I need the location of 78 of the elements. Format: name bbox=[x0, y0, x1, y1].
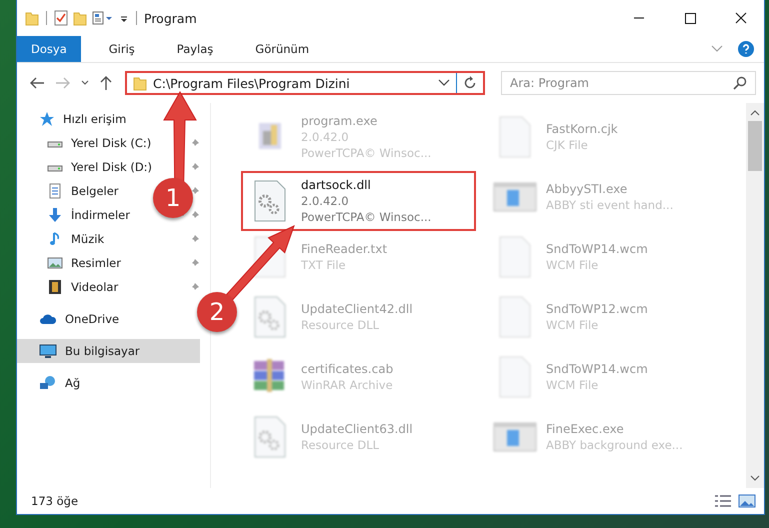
ribbon-tab[interactable]: Giriş bbox=[94, 36, 149, 62]
ribbon-tab[interactable]: Görünüm bbox=[241, 36, 324, 62]
drive-icon bbox=[47, 165, 63, 172]
file-name: UpdateClient63.dll bbox=[301, 421, 413, 437]
sidebar-item[interactable]: Hızlı erişim bbox=[17, 107, 130, 131]
gear-file-icon bbox=[253, 416, 287, 458]
sidebar-item[interactable]: Bu bilgisayar bbox=[17, 339, 200, 363]
sidebar-item[interactable]: Ağ bbox=[17, 371, 84, 395]
chevron-down-icon[interactable] bbox=[438, 79, 450, 87]
file-detail: WCM File bbox=[546, 317, 600, 333]
file-name: SndToWP14.wcm bbox=[546, 241, 648, 257]
window-title: Program bbox=[144, 10, 197, 26]
up-icon[interactable] bbox=[99, 75, 113, 91]
gear-file-icon bbox=[253, 296, 287, 338]
document-icon bbox=[47, 183, 63, 199]
step-number: 2 bbox=[197, 292, 237, 332]
file-detail: WCM File bbox=[546, 257, 600, 273]
search-icon bbox=[733, 76, 747, 90]
step-number: 1 bbox=[153, 178, 193, 218]
sidebar-item[interactable]: Yerel Disk (C:) bbox=[17, 131, 156, 155]
file-name: FineExec.exe bbox=[546, 421, 625, 437]
back-icon[interactable] bbox=[29, 76, 45, 90]
scroll-up-icon[interactable] bbox=[750, 109, 760, 117]
file-detail: ABBY sti event hand... bbox=[546, 197, 674, 213]
file-detail: 2.0.42.0 bbox=[301, 193, 350, 209]
file-name: SndToWP12.wcm bbox=[546, 301, 648, 317]
file-detail: PowerTCPA© Winsoc... bbox=[301, 209, 432, 225]
file-detail: 2.0.42.0 bbox=[301, 129, 350, 145]
search-field[interactable]: Ara: Program bbox=[501, 71, 756, 95]
details-view-icon[interactable] bbox=[714, 494, 732, 508]
file-name: FastKorn.cjk bbox=[546, 121, 618, 137]
item-count: 173 öğe bbox=[31, 494, 78, 508]
application-icon bbox=[493, 180, 537, 214]
ribbon-tab[interactable]: Paylaş bbox=[162, 36, 228, 62]
sidebar-item[interactable]: Videolar bbox=[17, 275, 122, 299]
tiles-view-icon[interactable] bbox=[738, 494, 756, 508]
folder-icon bbox=[133, 75, 147, 91]
scrollbar-thumb[interactable] bbox=[748, 121, 762, 171]
file-detail: WinRAR Archive bbox=[301, 377, 394, 393]
file-tile[interactable]: dartsock.dll 2.0.42.0 PowerTCPA© Winsoc... bbox=[241, 171, 476, 231]
monitor-icon bbox=[39, 343, 57, 359]
sidebar-item[interactable]: Müzik bbox=[17, 227, 108, 251]
sidebar-item[interactable]: OneDrive bbox=[17, 307, 124, 331]
file-detail: PowerTCPA© Winsoc... bbox=[301, 145, 432, 161]
properties-icon[interactable] bbox=[92, 10, 114, 26]
refresh-icon[interactable] bbox=[463, 76, 477, 90]
file-detail: WCM File bbox=[546, 377, 600, 393]
file-name: certificates.cab bbox=[301, 361, 394, 377]
sidebar-item[interactable]: Belgeler bbox=[17, 179, 123, 203]
download-icon bbox=[47, 207, 63, 223]
network-icon bbox=[39, 375, 57, 391]
sidebar-item[interactable]: Resimler bbox=[17, 251, 125, 275]
star-icon bbox=[39, 111, 55, 127]
cloud-icon bbox=[39, 313, 57, 325]
address-field[interactable]: C:\Program Files\Program Dizini bbox=[125, 71, 485, 95]
ribbon-tab[interactable]: Dosya bbox=[17, 36, 81, 62]
file-detail: ABBY background exe... bbox=[546, 437, 683, 453]
checklist-icon[interactable] bbox=[54, 10, 68, 26]
file-name: UpdateClient42.dll bbox=[301, 301, 413, 317]
sidebar-item[interactable]: İndirmeler bbox=[17, 203, 134, 227]
picture-icon bbox=[47, 255, 63, 271]
file-name: dartsock.dll bbox=[301, 177, 372, 193]
film-icon bbox=[47, 279, 63, 295]
file-detail: Resource DLL bbox=[301, 437, 380, 453]
file-name: AbbyySTI.exe bbox=[546, 181, 628, 197]
sidebar-item[interactable]: Yerel Disk (D:) bbox=[17, 155, 156, 179]
drive-icon bbox=[47, 141, 63, 148]
gear-file-icon bbox=[253, 180, 287, 222]
file-detail: Resource DLL bbox=[301, 317, 380, 333]
scroll-down-icon[interactable] bbox=[750, 474, 760, 482]
file-name: program.exe bbox=[301, 113, 378, 129]
application-icon bbox=[493, 420, 537, 454]
file-detail: CJK File bbox=[546, 137, 589, 153]
file-detail: TXT File bbox=[301, 257, 347, 273]
file-name: FineReader.txt bbox=[301, 241, 388, 257]
help-icon[interactable] bbox=[738, 41, 754, 57]
file-name: SndToWP14.wcm bbox=[546, 361, 648, 377]
chevron-down-icon[interactable] bbox=[81, 80, 89, 86]
